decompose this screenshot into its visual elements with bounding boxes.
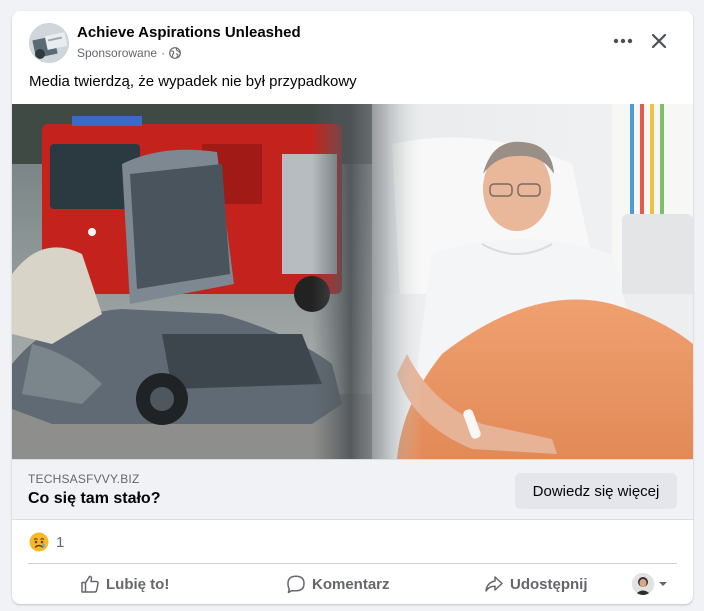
comment-button[interactable]: Komentarz	[286, 568, 390, 600]
like-label: Lubię to!	[106, 575, 170, 593]
post-image[interactable]	[12, 104, 693, 459]
like-button[interactable]: Lubię to!	[80, 568, 169, 600]
comment-label: Komentarz	[312, 575, 390, 593]
share-button[interactable]: Udostępnij	[484, 568, 588, 600]
close-icon	[651, 33, 667, 49]
link-title[interactable]: Co się tam stało?	[28, 490, 160, 508]
avatar-image	[30, 24, 68, 62]
post-header: Achieve Aspirations Unleashed Sponsorowa…	[12, 11, 693, 71]
meta-separator: ·	[161, 46, 166, 60]
link-domain: TECHSASFVVY.BIZ	[28, 472, 140, 486]
chevron-down-icon	[659, 582, 667, 586]
actions-divider	[28, 563, 677, 564]
sponsored-post-card: Achieve Aspirations Unleashed Sponsorowa…	[12, 11, 693, 604]
comment-icon	[287, 575, 305, 594]
more-icon	[613, 38, 633, 44]
page-name[interactable]: Achieve Aspirations Unleashed	[77, 24, 301, 41]
share-label: Udostępnij	[510, 575, 588, 593]
link-preview[interactable]: TECHSASFVVY.BIZ Co się tam stało? Dowied…	[12, 459, 693, 520]
post-meta: Sponsorowane ·	[77, 46, 181, 60]
globe-icon[interactable]	[169, 47, 181, 59]
post-caption: Media twierdzą, że wypadek nie był przyp…	[29, 73, 357, 90]
reaction-summary[interactable]: 1	[29, 531, 64, 553]
share-icon	[485, 576, 503, 592]
thumbs-up-icon	[81, 575, 99, 593]
close-button[interactable]	[644, 26, 674, 56]
collage-image	[12, 104, 693, 459]
more-options-button[interactable]	[608, 28, 638, 54]
user-avatar	[632, 573, 654, 595]
post-actions: Lubię to! Komentarz Udostępnij	[28, 568, 677, 600]
reaction-count: 1	[56, 533, 65, 551]
sponsored-label[interactable]: Sponsorowane	[77, 46, 157, 60]
profile-selector[interactable]	[632, 571, 668, 597]
page-avatar[interactable]	[29, 23, 69, 63]
sad-emoji-icon	[29, 532, 49, 552]
learn-more-button[interactable]: Dowiedz się więcej	[515, 473, 677, 509]
